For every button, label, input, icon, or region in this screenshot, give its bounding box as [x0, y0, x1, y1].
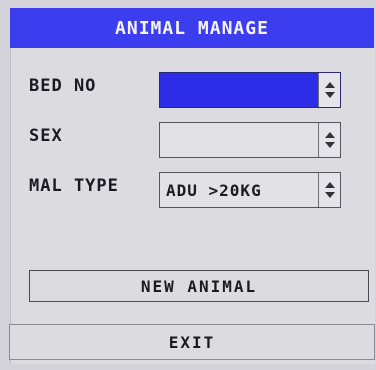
bed-no-label: BED NO: [29, 76, 97, 96]
up-down-arrows-icon: [324, 182, 335, 198]
up-down-arrows-icon: [324, 82, 335, 98]
monitor-screen: ANIMAL MANAGE BED NO SEX MAL TYPE ADU >2…: [0, 0, 376, 370]
sex-field[interactable]: [159, 122, 341, 158]
mal-type-spinner[interactable]: [318, 173, 340, 207]
animal-manage-panel: BED NO SEX MAL TYPE ADU >20KG NEW ANIMAL…: [9, 48, 375, 364]
bed-no-field[interactable]: [159, 72, 341, 108]
new-animal-button[interactable]: NEW ANIMAL: [29, 270, 369, 302]
sex-label: SEX: [29, 126, 63, 146]
window-title: ANIMAL MANAGE: [10, 8, 374, 48]
sex-spinner[interactable]: [318, 123, 340, 157]
exit-button[interactable]: EXIT: [9, 324, 375, 360]
mal-type-label: MAL TYPE: [29, 176, 119, 196]
up-down-arrows-icon: [324, 132, 335, 148]
mal-type-value: ADU >20KG: [166, 180, 262, 200]
mal-type-field[interactable]: ADU >20KG: [159, 172, 341, 208]
bed-no-spinner[interactable]: [318, 73, 340, 107]
